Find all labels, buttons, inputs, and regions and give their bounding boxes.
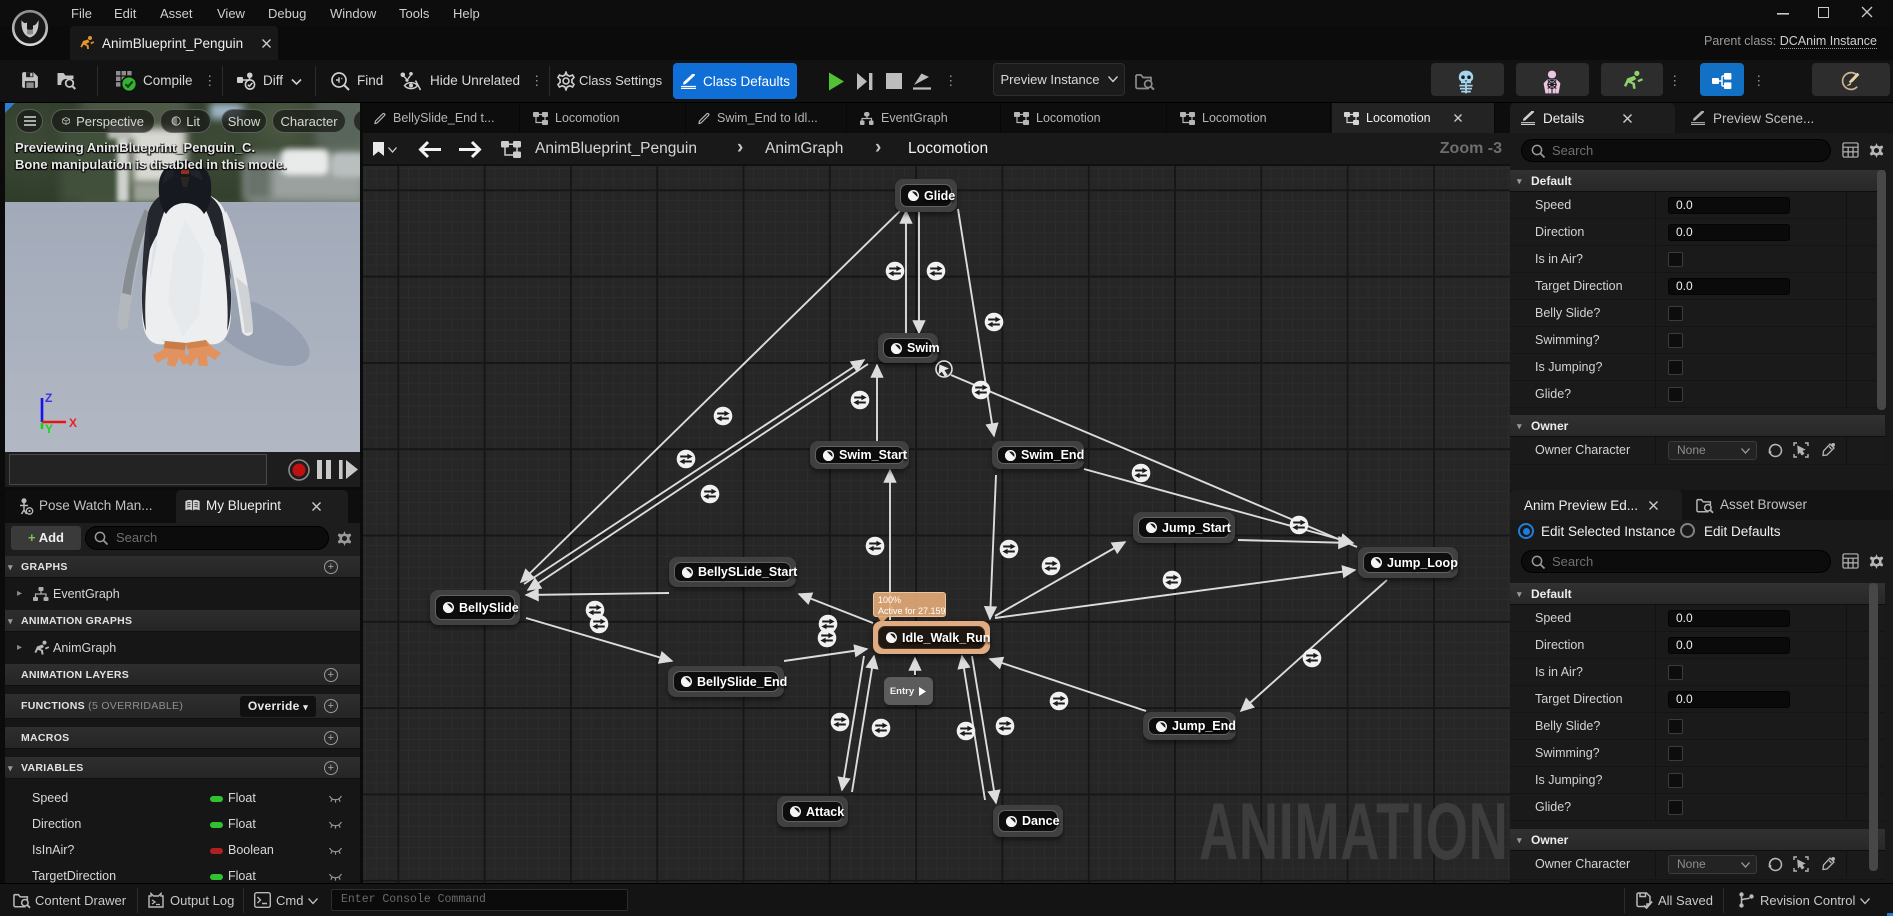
svg-text:Y: Y bbox=[45, 422, 53, 436]
svg-text:X: X bbox=[69, 416, 77, 430]
svg-text:Z: Z bbox=[45, 391, 52, 405]
